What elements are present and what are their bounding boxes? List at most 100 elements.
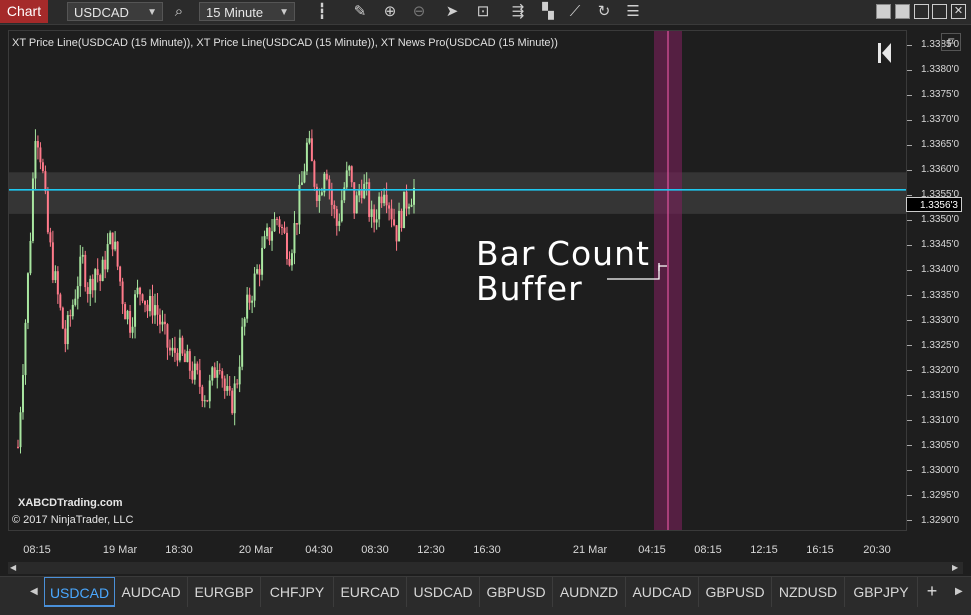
- candle-body: [141, 294, 144, 301]
- indicator-legend: XT Price Line(USDCAD (15 Minute)), XT Pr…: [12, 37, 558, 49]
- candle-body: [81, 254, 84, 257]
- refresh-icon[interactable]: ↻: [595, 3, 613, 21]
- candle-body: [61, 307, 64, 329]
- candle-body: [228, 386, 231, 391]
- candle-body: [158, 314, 161, 325]
- add-tab-button[interactable]: +: [922, 577, 942, 607]
- instrument-tab-eurgbp[interactable]: EURGBP: [188, 577, 261, 607]
- price-axis[interactable]: 1.3385'0 1.3380'0 1.3375'0 1.3370'0 1.3365'0…: [907, 30, 971, 540]
- zoom-in-icon[interactable]: ⊕: [381, 3, 399, 21]
- scroll-to-end-icon[interactable]: [877, 42, 893, 64]
- window-tile-icon[interactable]: [876, 4, 891, 19]
- drawing-tools-icon[interactable]: ⟋: [566, 3, 584, 21]
- price-tick-label: 1.3310'0: [921, 414, 960, 426]
- candle-body: [44, 171, 47, 192]
- instrument-tab-eurcad[interactable]: EURCAD: [334, 577, 407, 607]
- time-axis[interactable]: 08:15 19 Mar 18:30 20 Mar 04:30 08:30 12:30 16:…: [8, 540, 907, 560]
- candle-body: [149, 296, 151, 312]
- candle-body: [129, 310, 132, 333]
- candle-body: [119, 266, 122, 282]
- time-tick-label: 16:15: [806, 544, 834, 556]
- candle-body: [243, 318, 246, 327]
- search-icon[interactable]: ⌕: [170, 3, 188, 21]
- watermark-site: XABCDTrading.com: [18, 497, 123, 509]
- candle-body: [69, 315, 72, 317]
- candle-body: [31, 178, 34, 242]
- instrument-tab-usdcad[interactable]: USDCAD: [44, 577, 115, 607]
- instrument-tab-usdcad[interactable]: USDCAD: [407, 577, 480, 607]
- candle-body: [295, 223, 298, 225]
- scroll-right-icon[interactable]: ▶: [952, 563, 960, 573]
- candle-body: [17, 446, 19, 448]
- interval-selector[interactable]: 15 Minute ▼: [199, 2, 295, 21]
- pencil-icon[interactable]: ✎: [351, 3, 369, 21]
- instrument-tab-chfjpy[interactable]: CHFJPY: [261, 577, 334, 607]
- candle-body: [56, 271, 59, 295]
- price-tick-mark: [907, 144, 912, 146]
- candle-body: [104, 259, 107, 270]
- candle-body: [268, 227, 271, 241]
- chart-toolbar: Chart USDCAD ▼ ⌕ 15 Minute ▼ ┇ ✎ ⊕ ⊖ ➤ ⊡…: [0, 0, 971, 25]
- bars-icon[interactable]: ┇: [313, 3, 331, 21]
- instrument-tab-nzdusd[interactable]: NZDUSD: [772, 577, 845, 607]
- candle-body: [350, 166, 353, 183]
- instrument-tab-audnzd[interactable]: AUDNZD: [553, 577, 626, 607]
- candle-body: [89, 278, 92, 295]
- candle-body: [176, 352, 179, 361]
- bar-count-buffer-annotation: Bar Count Buffer: [476, 236, 650, 306]
- instrument-selector[interactable]: USDCAD ▼: [67, 2, 163, 21]
- candle-body: [201, 386, 204, 402]
- window-group-icon[interactable]: [895, 4, 910, 19]
- candle-body: [203, 400, 206, 402]
- candle-body: [91, 278, 94, 291]
- candle-body: [330, 189, 333, 205]
- candle-body: [303, 171, 306, 183]
- tabs-scroll-right-icon[interactable]: ▶: [955, 577, 967, 607]
- strategy-icon[interactable]: ⇶: [509, 3, 527, 21]
- candle-body: [318, 195, 321, 201]
- pointer-icon[interactable]: ➤: [443, 3, 461, 21]
- time-tick-label: 16:30: [473, 544, 501, 556]
- candle-body: [283, 227, 286, 233]
- candle-body: [393, 219, 396, 226]
- candle-body: [320, 192, 323, 196]
- close-icon[interactable]: ✕: [951, 4, 966, 19]
- data-box-icon[interactable]: ⊡: [474, 3, 492, 21]
- time-tick-label: 08:30: [361, 544, 389, 556]
- candle-body: [114, 241, 117, 250]
- candle-body: [36, 141, 39, 148]
- candle-body: [166, 324, 169, 348]
- instrument-tab-audcad[interactable]: AUDCAD: [115, 577, 188, 607]
- price-tick-mark: [907, 470, 912, 472]
- candle-body: [51, 242, 54, 281]
- candle-body: [171, 347, 174, 351]
- candle-body: [211, 367, 214, 381]
- time-tick-label: 12:30: [417, 544, 445, 556]
- scale-fixed-button[interactable]: F: [941, 33, 961, 51]
- instrument-tab-gbpusd[interactable]: GBPUSD: [480, 577, 553, 607]
- candle-body: [136, 287, 139, 295]
- candle-body: [375, 219, 378, 223]
- maximize-icon[interactable]: [932, 4, 947, 19]
- price-tick-mark: [907, 320, 912, 322]
- chart-menu-button[interactable]: Chart: [0, 0, 48, 23]
- price-chart-panel[interactable]: [8, 30, 907, 531]
- candle-body: [94, 269, 97, 291]
- candle-body: [178, 337, 181, 361]
- scroll-left-icon[interactable]: ◀: [10, 563, 18, 573]
- zoom-out-icon[interactable]: ⊖: [410, 3, 428, 21]
- minimize-icon[interactable]: [914, 4, 929, 19]
- candle-body: [400, 210, 403, 228]
- chart-style-icon[interactable]: ▚: [539, 3, 557, 21]
- tabs-scroll-left-icon[interactable]: ◀: [30, 577, 42, 607]
- horizontal-scrollbar[interactable]: ◀ ▶: [8, 562, 963, 574]
- properties-icon[interactable]: ☰: [624, 3, 642, 21]
- instrument-tab-audcad[interactable]: AUDCAD: [626, 577, 699, 607]
- candle-body: [278, 219, 281, 228]
- instrument-tab-gbpusd[interactable]: GBPUSD: [699, 577, 772, 607]
- candle-body: [360, 189, 363, 199]
- candle-body: [79, 256, 82, 287]
- candle-body: [221, 371, 224, 379]
- instrument-tab-gbpjpy[interactable]: GBPJPY: [845, 577, 918, 607]
- candle-body: [76, 286, 79, 299]
